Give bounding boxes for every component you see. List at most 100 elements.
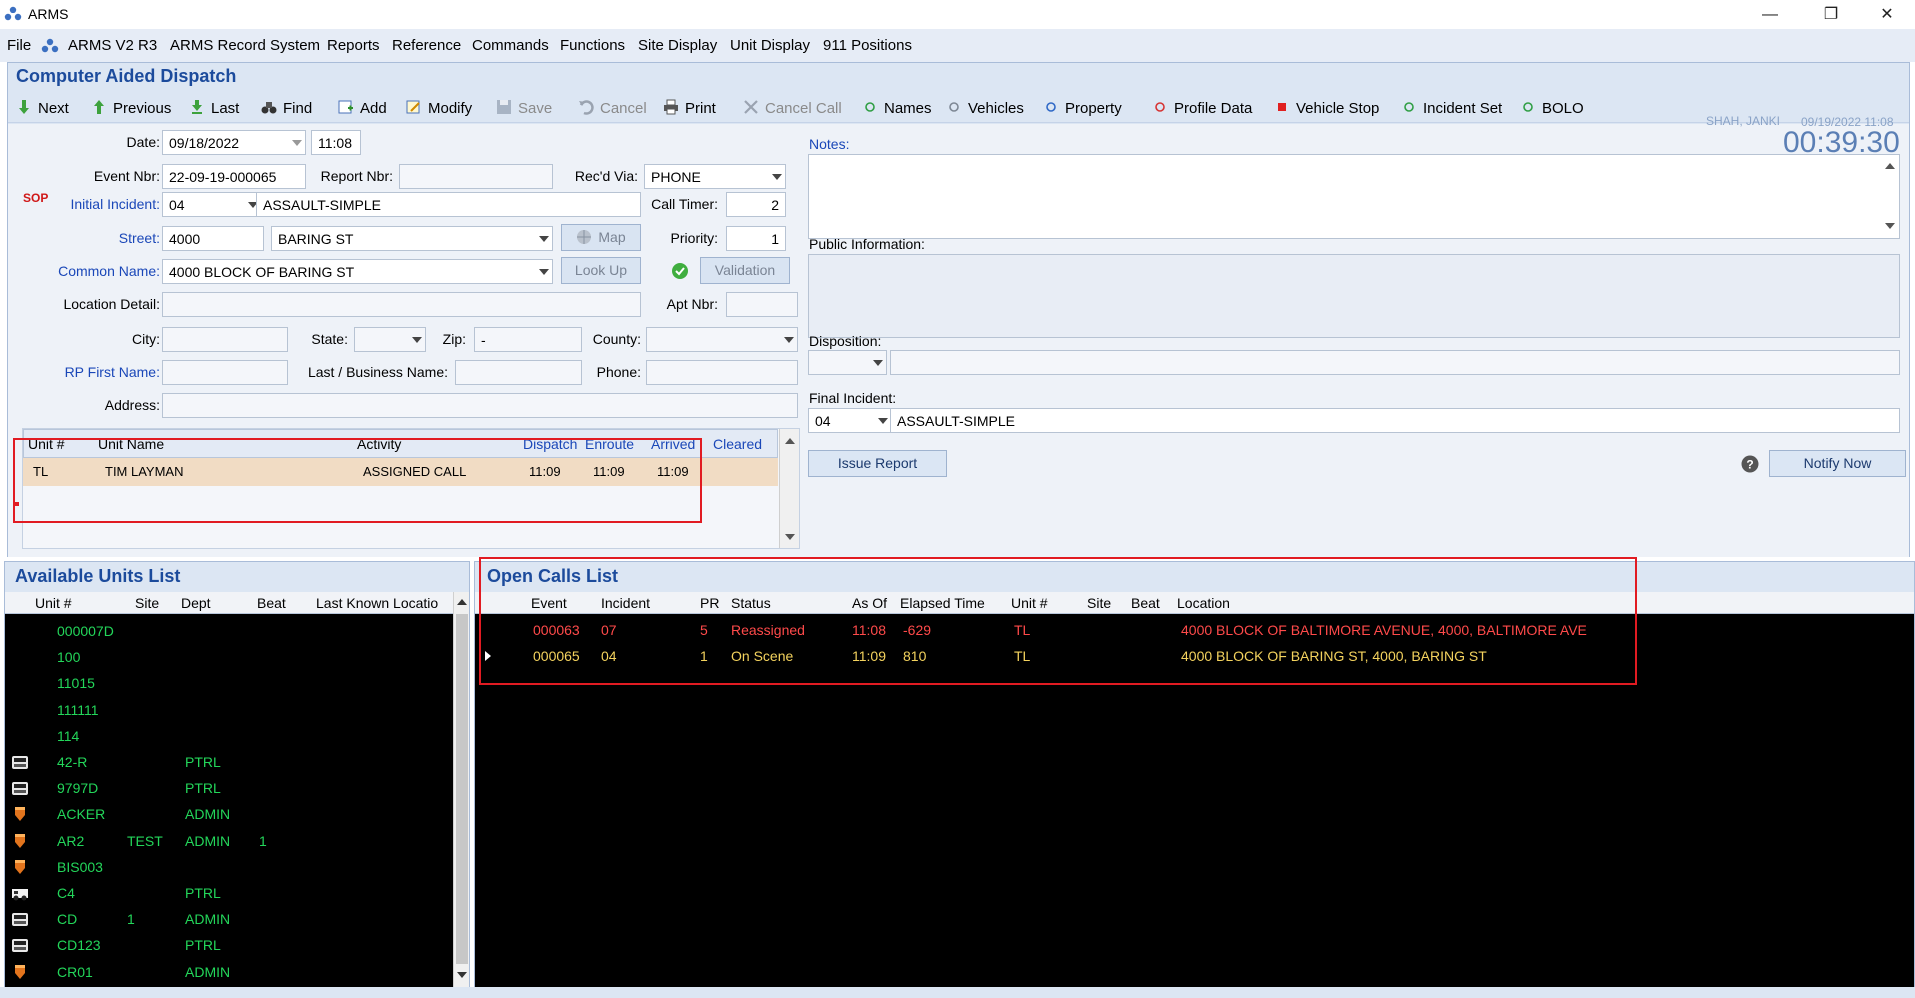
public-information-textarea[interactable] (808, 254, 1900, 338)
list-item[interactable]: 11015 (5, 672, 453, 696)
col-last-known-location[interactable]: Last Known Locatio (316, 595, 438, 611)
last-business-name-field[interactable] (455, 360, 582, 385)
menu-file[interactable]: File (7, 37, 31, 54)
previous-button[interactable]: Previous (91, 99, 171, 117)
minimize-button[interactable]: — (1747, 0, 1793, 29)
menu-functions[interactable]: Functions (560, 37, 625, 54)
common-name-label[interactable]: Common Name: (28, 263, 160, 279)
list-item[interactable]: 114 (5, 725, 453, 749)
property-button[interactable]: Property (1043, 99, 1122, 117)
issue-report-button[interactable]: Issue Report (808, 450, 947, 477)
next-button[interactable]: Next (16, 99, 69, 117)
street-name-select[interactable]: BARING ST (271, 226, 553, 251)
incident-set-button[interactable]: Incident Set (1401, 99, 1502, 117)
menu-reference[interactable]: Reference (392, 37, 461, 54)
disposition-code-select[interactable] (808, 350, 887, 375)
address-field[interactable] (162, 393, 798, 418)
col-dept[interactable]: Dept (181, 595, 211, 611)
list-item[interactable]: ACKER ADMIN (5, 803, 453, 827)
list-item[interactable]: CR01 ADMIN (5, 961, 453, 985)
menu-911-positions[interactable]: 911 Positions (823, 37, 912, 54)
list-item[interactable]: 42-R PTRL (5, 751, 453, 775)
street-number-field[interactable]: 4000 (162, 226, 264, 251)
rp-first-name-field[interactable] (162, 360, 288, 385)
list-item[interactable]: CD 1 ADMIN (5, 908, 453, 932)
close-button[interactable]: ✕ (1864, 0, 1910, 29)
list-item[interactable]: BIS003 (5, 856, 453, 880)
list-item[interactable]: CD123 PTRL (5, 934, 453, 958)
scroll-down-icon[interactable] (457, 972, 467, 978)
print-button[interactable]: Print (663, 99, 716, 117)
state-select[interactable] (354, 327, 426, 352)
common-name-select[interactable]: 4000 BLOCK OF BARING ST (162, 259, 553, 284)
scroll-thumb[interactable] (456, 614, 468, 964)
zip-field[interactable]: - (474, 327, 582, 352)
scroll-up-icon[interactable] (785, 438, 795, 444)
col-unit-number[interactable]: Unit # (35, 595, 72, 611)
menu-arms-record-system[interactable]: ARMS Record System (170, 37, 320, 54)
available-units-scrollbar[interactable] (453, 592, 469, 987)
save-label: Save (518, 100, 553, 117)
initial-incident-label[interactable]: Initial Incident: (48, 196, 161, 212)
validation-button[interactable]: Validation (700, 257, 790, 284)
list-item[interactable]: 100 (5, 646, 453, 670)
menu-reports[interactable]: Reports (327, 37, 380, 54)
sop-label[interactable]: SOP (23, 191, 48, 205)
list-item[interactable]: 9797D PTRL (5, 777, 453, 801)
final-incident-desc-field[interactable]: ASSAULT-SIMPLE (890, 408, 1900, 433)
cancel-button[interactable]: Cancel (578, 99, 647, 117)
county-select[interactable] (646, 327, 798, 352)
look-up-button[interactable]: Look Up (561, 257, 641, 284)
vehicles-button[interactable]: Vehicles (946, 99, 1024, 117)
map-button[interactable]: Map (561, 224, 641, 251)
time-field[interactable]: 11:08 (311, 130, 361, 155)
list-item[interactable]: AR2 TEST ADMIN 1 (5, 830, 453, 854)
initial-incident-code-select[interactable]: 04 (162, 192, 262, 217)
initial-incident-desc-field[interactable]: ASSAULT-SIMPLE (256, 192, 641, 217)
vehicle-stop-button[interactable]: Vehicle Stop (1274, 99, 1379, 117)
profile-data-button[interactable]: Profile Data (1152, 99, 1252, 117)
menu-commands[interactable]: Commands (472, 37, 549, 54)
last-button[interactable]: Last (189, 99, 239, 117)
menu-unit-display[interactable]: Unit Display (730, 37, 810, 54)
final-incident-code-select[interactable]: 04 (808, 408, 892, 433)
save-button[interactable]: Save (496, 99, 552, 117)
priority-field[interactable]: 1 (726, 226, 786, 251)
restore-button[interactable]: ❐ (1808, 0, 1854, 29)
final-incident-label: Final Incident: (809, 390, 897, 406)
menu-site-display[interactable]: Site Display (638, 37, 717, 54)
apt-nbr-field[interactable] (726, 292, 798, 317)
disposition-desc-field[interactable] (890, 350, 1900, 375)
city-field[interactable] (162, 327, 288, 352)
names-button[interactable]: Names (862, 99, 932, 117)
scroll-down-icon[interactable] (785, 534, 795, 540)
scroll-up-icon[interactable] (1885, 163, 1895, 169)
street-label[interactable]: Street: (48, 230, 160, 246)
date-field[interactable]: 09/18/2022 (162, 130, 306, 155)
notes-textarea[interactable] (808, 154, 1900, 239)
menu-arms-v2[interactable]: ARMS V2 R3 (68, 37, 157, 54)
list-item[interactable]: 000007D (5, 620, 453, 644)
col-site[interactable]: Site (135, 595, 159, 611)
modify-button[interactable]: Modify (406, 99, 472, 117)
units-grid-scrollbar[interactable] (779, 429, 799, 548)
event-nbr-field[interactable]: 22-09-19-000065 (162, 164, 306, 189)
location-detail-field[interactable] (162, 292, 641, 317)
report-nbr-field[interactable] (399, 164, 553, 189)
find-button[interactable]: Find (261, 99, 312, 117)
notes-label[interactable]: Notes: (809, 136, 849, 152)
cancel-call-button[interactable]: Cancel Call (743, 99, 842, 117)
help-icon[interactable]: ? (1741, 455, 1759, 473)
notify-now-button[interactable]: Notify Now (1769, 450, 1906, 477)
phone-field[interactable] (646, 360, 798, 385)
scroll-down-icon[interactable] (1885, 223, 1895, 229)
bolo-button[interactable]: BOLO (1520, 99, 1584, 117)
add-button[interactable]: Add (338, 99, 387, 117)
list-item[interactable]: 111111 (5, 699, 453, 723)
scroll-up-icon[interactable] (457, 599, 467, 605)
col-cleared[interactable]: Cleared (713, 436, 762, 452)
col-beat[interactable]: Beat (257, 595, 286, 611)
list-item[interactable]: C4 PTRL (5, 882, 453, 906)
rp-first-name-label[interactable]: RP First Name: (38, 364, 160, 380)
recd-via-select[interactable]: PHONE (644, 164, 786, 189)
